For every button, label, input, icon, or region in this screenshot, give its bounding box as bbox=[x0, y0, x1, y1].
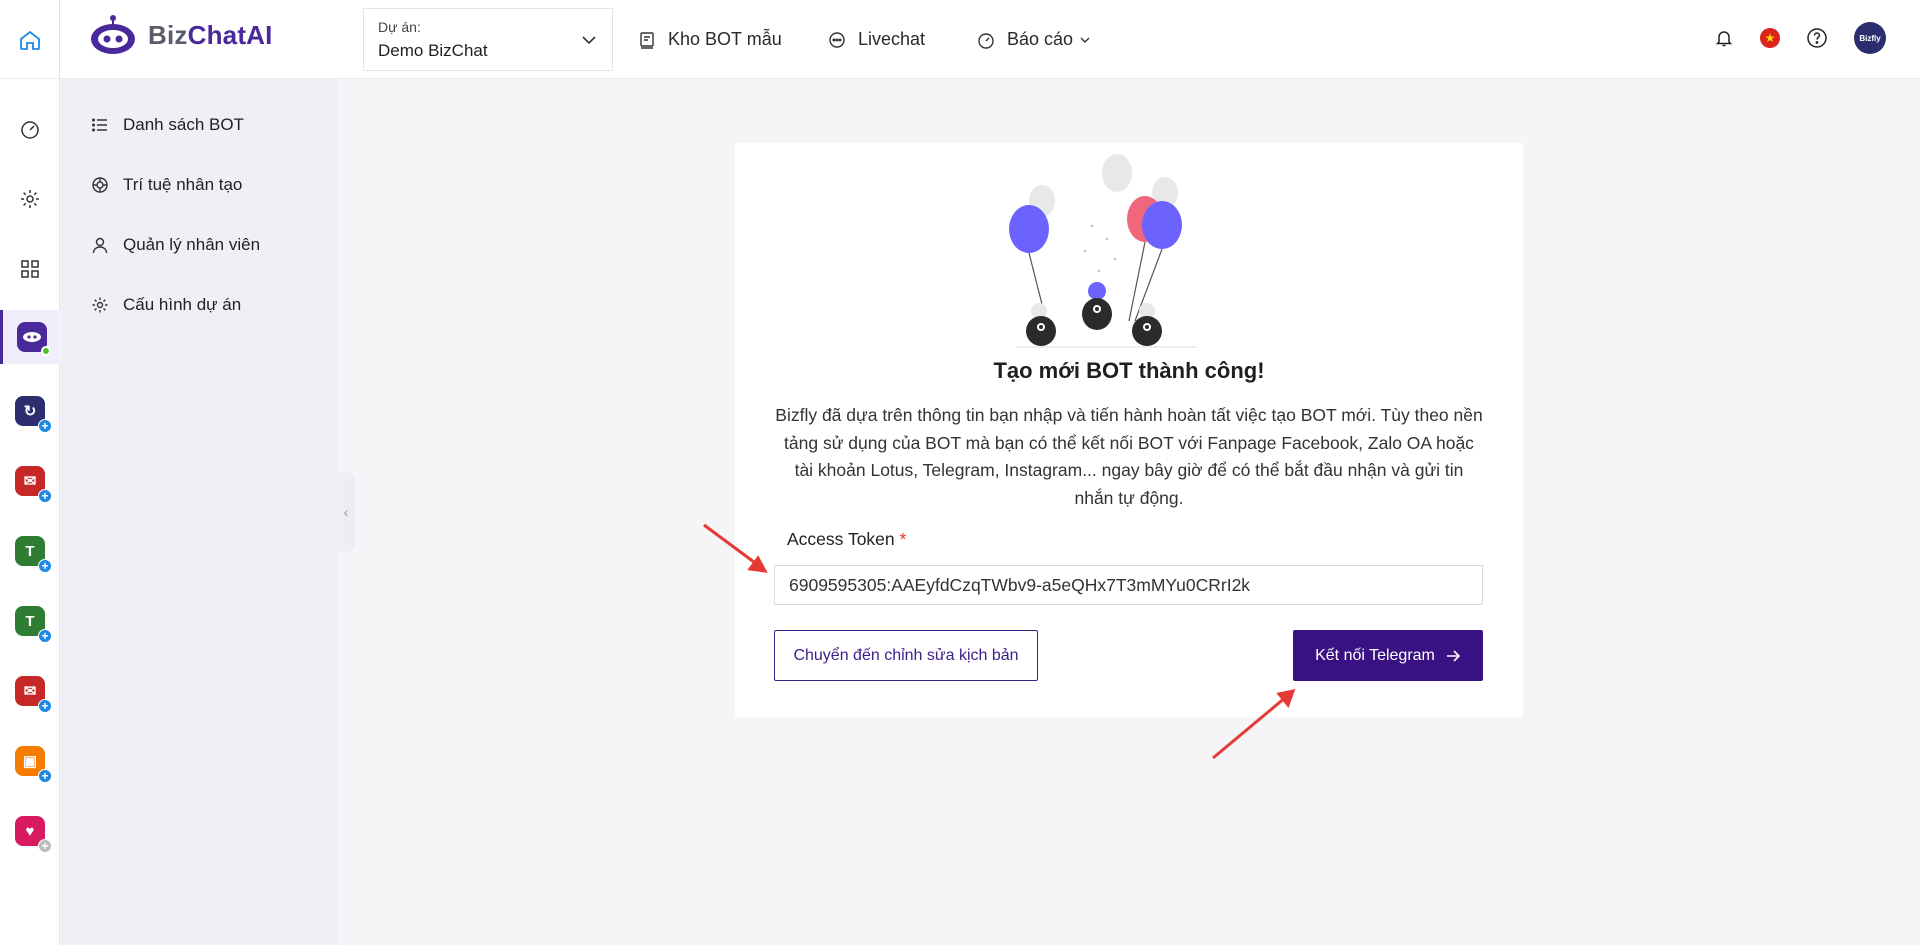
gauge-icon bbox=[21, 121, 39, 139]
required-marker: * bbox=[899, 529, 907, 549]
bizchat-app-icon bbox=[16, 322, 51, 356]
access-token-input[interactable] bbox=[774, 565, 1483, 605]
project-value: Demo BizChat bbox=[378, 41, 488, 60]
care-app-icon: ♥ + bbox=[15, 816, 52, 853]
chevron-down-icon bbox=[1080, 37, 1090, 43]
sidebar-item-label: Cấu hình dự án bbox=[123, 295, 242, 314]
help-icon[interactable] bbox=[1806, 27, 1828, 49]
list-icon bbox=[92, 118, 107, 132]
chevron-left-icon: ‹ bbox=[343, 504, 349, 520]
brand-name: BizChatAI bbox=[148, 19, 273, 50]
nav-reports[interactable]: Báo cáo bbox=[977, 0, 1091, 79]
edit-script-button[interactable]: Chuyển đến chỉnh sửa kịch bản bbox=[774, 630, 1038, 681]
home-icon bbox=[19, 30, 40, 50]
sidebar: Danh sách BOT Trí tuệ nhân tạo Quản lý n… bbox=[61, 79, 337, 945]
language-flag-icon[interactable]: ★ bbox=[1760, 28, 1780, 48]
grid-icon bbox=[21, 260, 39, 278]
connect-telegram-label: Kết nối Telegram bbox=[1315, 646, 1435, 664]
mail-app-icon: ✉ + bbox=[15, 466, 52, 503]
rail-app-4[interactable]: T + bbox=[0, 599, 60, 643]
header-actions: ★ Bizfly bbox=[1714, 22, 1886, 54]
rail-dashboard[interactable] bbox=[0, 107, 60, 151]
sidebar-collapse-button[interactable]: ‹ bbox=[337, 472, 355, 552]
sidebar-item-project-config[interactable]: Cấu hình dự án bbox=[91, 295, 241, 315]
rail-app-6[interactable]: ▣ + bbox=[0, 739, 60, 783]
balloons-illustration bbox=[1009, 154, 1197, 348]
top-bar: BizChatAI Dự án: Demo BizChat Kho BOT mẫ… bbox=[0, 0, 1920, 79]
gear-icon bbox=[92, 297, 108, 313]
template-icon bbox=[640, 31, 654, 49]
brand-logo[interactable]: BizChatAI bbox=[88, 14, 273, 56]
success-title: Tạo mới BOT thành công! bbox=[993, 358, 1265, 383]
sidebar-item-ai[interactable]: Trí tuệ nhân tạo bbox=[91, 175, 242, 195]
nav-livechat[interactable]: Livechat bbox=[828, 0, 925, 79]
project-selector[interactable]: Dự án: Demo BizChat bbox=[363, 8, 613, 71]
sidebar-item-staff[interactable]: Quản lý nhân viên bbox=[91, 235, 260, 255]
bell-icon[interactable] bbox=[1714, 28, 1734, 48]
chevron-down-icon bbox=[582, 36, 596, 45]
sidebar-item-label: Danh sách BOT bbox=[123, 115, 244, 134]
arrow-right-icon bbox=[1446, 649, 1461, 662]
ai-icon bbox=[92, 177, 108, 193]
sidebar-item-label: Quản lý nhân viên bbox=[123, 235, 261, 254]
nav-reports-label: Báo cáo bbox=[1007, 29, 1074, 49]
rail-app-5[interactable]: ✉ + bbox=[0, 669, 60, 713]
success-description: Bizfly đã dựa trên thông tin bạn nhập và… bbox=[775, 405, 1483, 508]
access-token-label: Access Token * bbox=[787, 529, 907, 549]
robot-logo-icon bbox=[91, 15, 135, 54]
project-label: Dự án: bbox=[378, 19, 421, 35]
sidebar-item-label: Trí tuệ nhân tạo bbox=[123, 175, 243, 194]
bot-created-card: Tạo mới BOT thành công! Bizfly đã dựa tr… bbox=[735, 143, 1523, 717]
user-icon bbox=[92, 237, 108, 254]
dashboard-gauge-icon bbox=[978, 32, 994, 49]
rail-settings[interactable] bbox=[0, 177, 60, 221]
rail-app-3[interactable]: T + bbox=[0, 529, 60, 573]
rail-app-2[interactable]: ✉ + bbox=[0, 459, 60, 503]
nav-bot-templates-label: Kho BOT mẫu bbox=[668, 29, 782, 49]
crm-app-icon: T + bbox=[15, 606, 52, 643]
gear-icon bbox=[21, 190, 39, 208]
nav-bot-templates[interactable]: Kho BOT mẫu bbox=[638, 0, 782, 79]
rail-app-7[interactable]: ♥ + bbox=[0, 809, 60, 853]
bizfly-app-icon: ↻ + bbox=[15, 396, 52, 433]
rail-app-1[interactable]: ↻ + bbox=[0, 389, 60, 433]
online-status-dot bbox=[40, 346, 51, 356]
chat-bubble-icon bbox=[829, 31, 845, 48]
nav-livechat-label: Livechat bbox=[858, 29, 926, 49]
app-rail: ↻ + ✉ + T + T + ✉ + ▣ + ♥ + bbox=[0, 79, 60, 945]
rail-bizchat[interactable] bbox=[0, 310, 60, 364]
sidebar-item-bot-list[interactable]: Danh sách BOT bbox=[91, 115, 244, 135]
home-button[interactable] bbox=[0, 0, 60, 79]
connect-telegram-button[interactable]: Kết nối Telegram bbox=[1293, 630, 1483, 681]
rail-apps[interactable] bbox=[0, 247, 60, 291]
mail-app-icon: ✉ + bbox=[15, 676, 52, 713]
avatar[interactable]: Bizfly bbox=[1854, 22, 1886, 54]
shop-app-icon: ▣ + bbox=[15, 746, 52, 783]
crm-app-icon: T + bbox=[15, 536, 52, 573]
